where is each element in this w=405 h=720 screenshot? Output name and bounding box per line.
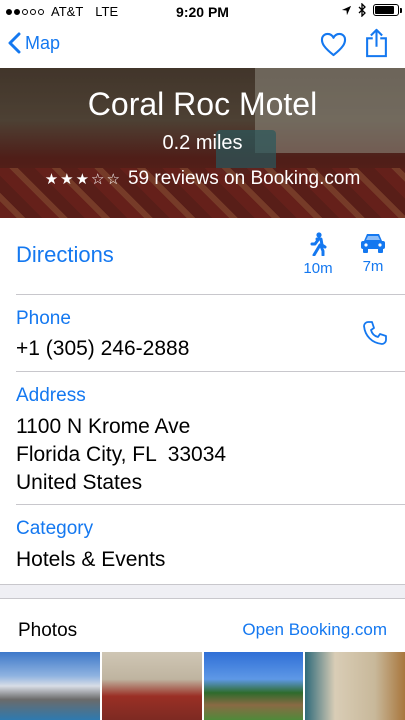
photo-thumbnail-closet[interactable] [305, 652, 405, 720]
open-booking-link[interactable]: Open Booking.com [242, 620, 387, 640]
category-label: Category [16, 518, 94, 539]
bluetooth-icon [358, 3, 366, 17]
share-icon[interactable] [365, 28, 388, 58]
drive-time: 7m [362, 258, 384, 275]
directions-row: Directions 10m 7m [0, 218, 405, 295]
hero-photo[interactable]: Coral Roc Motel 0.2 miles ★★★☆☆ 59 review… [0, 68, 405, 218]
phone-row[interactable]: Phone +1 (305) 246-2888 [0, 295, 405, 371]
photo-thumbnail-room[interactable] [101, 652, 202, 720]
category-value: Hotels & Events [16, 548, 166, 571]
category-row: Category Hotels & Events [0, 505, 405, 584]
photo-strip[interactable] [0, 652, 405, 720]
status-bar: AT&T LTE 9:20 PM [0, 0, 405, 24]
back-button[interactable]: Map [8, 32, 60, 54]
separator [0, 598, 405, 599]
review-count: 59 reviews on Booking.com [127, 168, 361, 189]
address-line-2: Florida City, FL 33034 [16, 443, 227, 466]
walking-icon [310, 232, 327, 257]
photo-thumbnail-pool[interactable] [0, 652, 100, 720]
photos-heading: Photos [18, 620, 78, 641]
phone-label: Phone [16, 308, 71, 329]
battery-icon [373, 4, 402, 16]
car-icon [361, 234, 385, 253]
rating-line[interactable]: ★★★☆☆ 59 reviews on Booking.com [0, 168, 405, 190]
address-line-1: 1100 N Krome Ave [16, 415, 191, 438]
phone-icon[interactable] [362, 320, 388, 346]
place-distance: 0.2 miles [162, 132, 243, 154]
location-arrow-icon [341, 5, 352, 15]
drive-directions-button[interactable]: 7m [351, 232, 395, 275]
phone-number[interactable]: +1 (305) 246-2888 [16, 334, 189, 363]
directions-button[interactable]: Directions [16, 242, 114, 268]
battery-level [375, 6, 394, 14]
nav-bar: Map [0, 24, 405, 68]
back-label: Map [25, 32, 61, 53]
place-title: Coral Roc Motel [87, 86, 318, 122]
photo-thumbnail-palms[interactable] [203, 652, 304, 720]
address-line-3: United States [16, 471, 143, 494]
status-right [341, 3, 402, 17]
separator [0, 584, 405, 585]
chevron-left-icon [8, 32, 21, 54]
star-rating: ★★★☆☆ [44, 171, 122, 188]
walk-directions-button[interactable]: 10m [296, 232, 340, 277]
section-gap [0, 584, 405, 598]
address-label: Address [16, 385, 86, 406]
address-row[interactable]: Address 1100 N Krome Ave Florida City, F… [0, 372, 405, 504]
walk-time: 10m [303, 260, 333, 277]
heart-icon[interactable] [320, 32, 347, 57]
